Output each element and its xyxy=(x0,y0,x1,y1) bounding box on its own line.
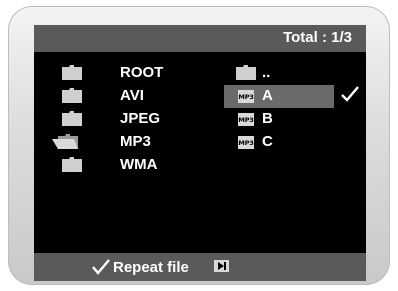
file-browser-screen: Total : 1/3 ROOT AVI JPEG MP3 WMA .. MP3… xyxy=(34,25,366,281)
folder-label: WMA xyxy=(120,156,158,173)
folder-open-icon xyxy=(52,134,78,149)
folder-item-wma[interactable]: WMA xyxy=(58,154,208,177)
folder-label: AVI xyxy=(120,87,144,104)
checkmark-icon xyxy=(341,86,359,102)
total-counter: Total : 1/3 xyxy=(283,29,352,46)
folder-icon xyxy=(62,65,82,80)
repeat-file-option[interactable]: Repeat file xyxy=(92,258,189,276)
footer-bar: Repeat file xyxy=(34,253,366,281)
folder-label: MP3 xyxy=(120,133,151,150)
folder-icon xyxy=(62,157,82,172)
folder-label: ROOT xyxy=(120,64,164,81)
file-label: B xyxy=(262,110,273,127)
folder-icon xyxy=(62,88,82,103)
mp3-file-icon: MP3 xyxy=(238,136,254,149)
skip-next-icon[interactable] xyxy=(214,260,229,272)
file-label: C xyxy=(262,133,273,150)
mp3-file-icon: MP3 xyxy=(238,113,254,126)
list-item-file-c[interactable]: MP3 C xyxy=(224,131,366,154)
file-list: .. MP3 A MP3 B MP3 C xyxy=(224,62,366,154)
checkmark-icon xyxy=(92,259,110,275)
folder-icon xyxy=(62,111,82,126)
folder-item-jpeg[interactable]: JPEG xyxy=(58,108,208,131)
list-item-parent-folder[interactable]: .. xyxy=(224,62,366,85)
folder-list: ROOT AVI JPEG MP3 WMA xyxy=(52,62,208,177)
file-label: A xyxy=(262,87,273,104)
file-label: .. xyxy=(262,64,271,81)
folder-item-avi[interactable]: AVI xyxy=(58,85,208,108)
mp3-file-icon: MP3 xyxy=(238,90,254,103)
list-item-file-a[interactable]: MP3 A xyxy=(224,85,366,108)
folder-icon xyxy=(236,65,256,80)
repeat-file-label: Repeat file xyxy=(113,258,189,276)
header-bar: Total : 1/3 xyxy=(34,25,366,52)
folder-item-root[interactable]: ROOT xyxy=(58,62,208,85)
folder-item-mp3[interactable]: MP3 xyxy=(52,131,208,154)
list-item-file-b[interactable]: MP3 B xyxy=(224,108,366,131)
folder-label: JPEG xyxy=(120,110,161,127)
